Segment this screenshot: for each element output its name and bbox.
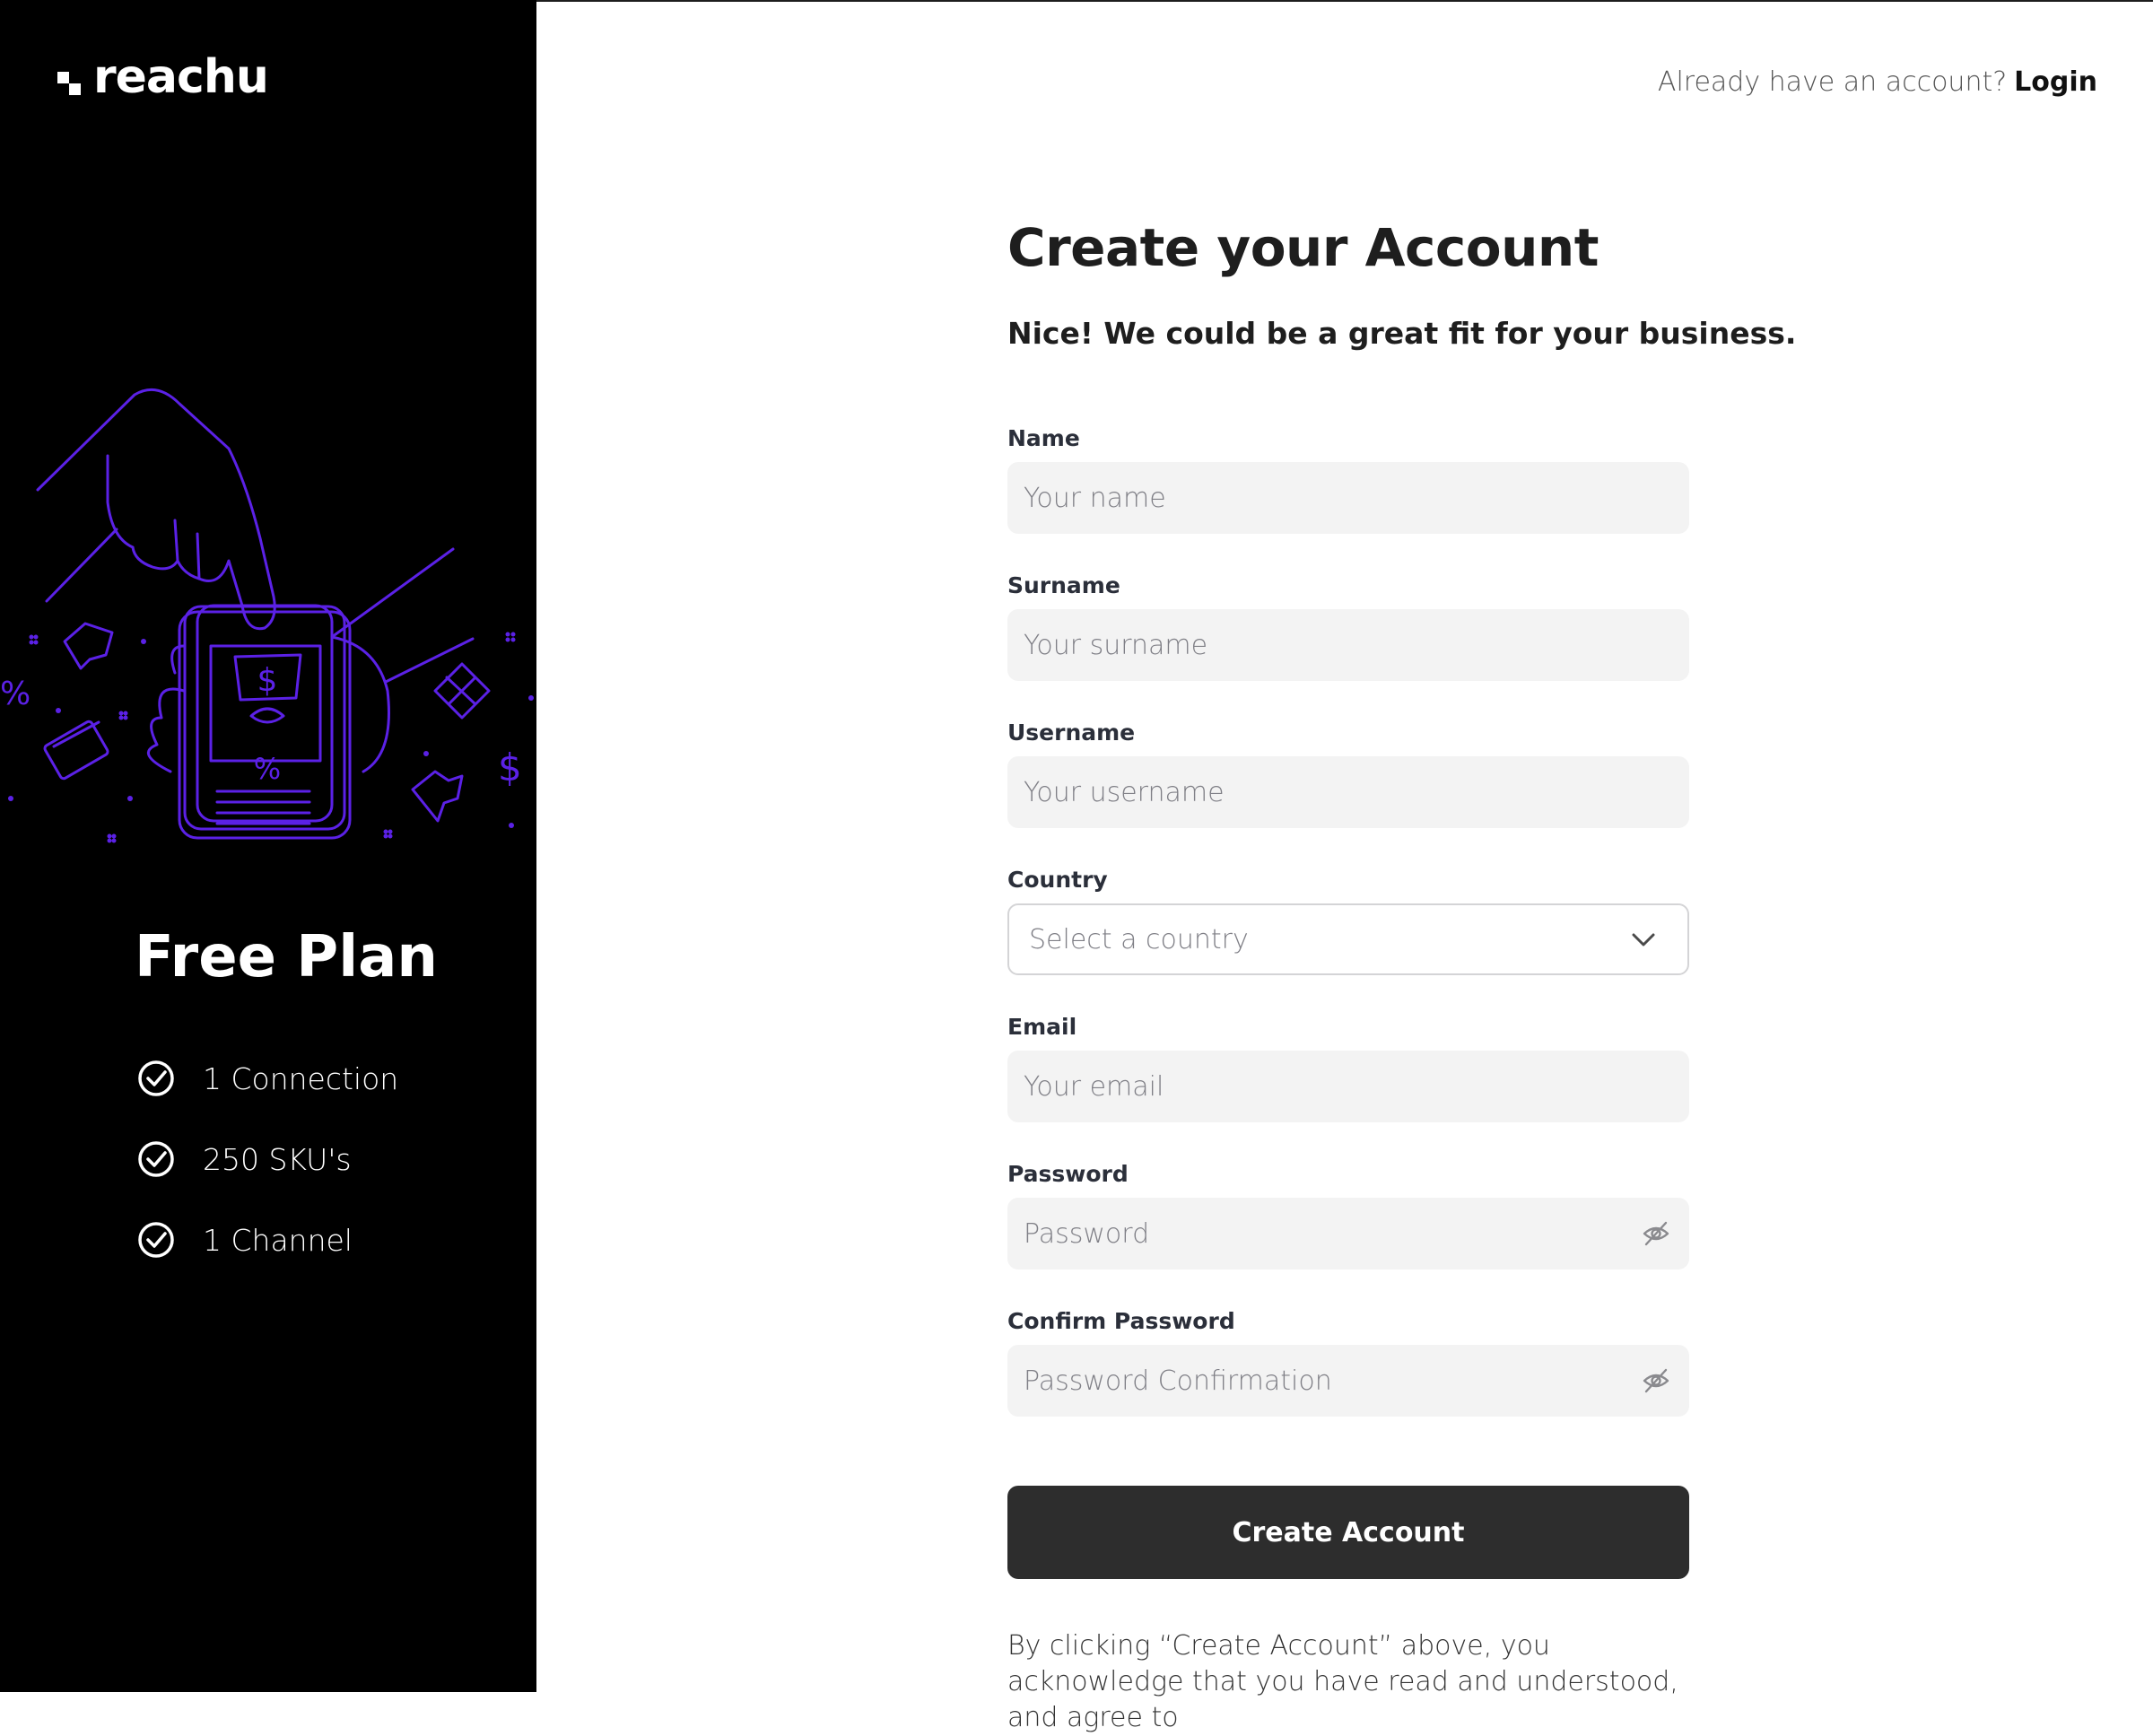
check-circle-icon: [138, 1222, 174, 1258]
name-input[interactable]: Your name: [1007, 462, 1689, 534]
plan-features-list: 1 Connection 250 SKU's 1 Channel: [136, 1059, 398, 1301]
surname-input[interactable]: Your surname: [1007, 609, 1689, 681]
username-label: Username: [1007, 720, 1136, 746]
plan-feature-label: 250 SKU's: [203, 1141, 352, 1177]
logo-mark-icon: [57, 61, 86, 95]
plan-feature-item: 1 Channel: [136, 1220, 398, 1260]
check-circle-icon: [138, 1060, 174, 1096]
name-label: Name: [1007, 425, 1080, 451]
signup-panel: Already have an account? Login Create you…: [536, 0, 2153, 1733]
svg-text:%: %: [254, 752, 281, 786]
confirm-password-input[interactable]: Password Confirmation: [1007, 1345, 1689, 1417]
chevron-down-icon: [1632, 933, 1655, 947]
confirm-password-placeholder: Password Confirmation: [1024, 1365, 1332, 1397]
svg-text:$: $: [257, 662, 278, 699]
password-field-group: Password Password: [1007, 1162, 1689, 1269]
login-prompt: Already have an account? Login: [1658, 66, 2097, 98]
svg-text:$: $: [498, 746, 522, 789]
brand-logo[interactable]: reachu: [57, 50, 269, 104]
plan-title: Free Plan: [135, 924, 438, 990]
eye-off-icon[interactable]: [1643, 1368, 1669, 1393]
password-label: Password: [1007, 1161, 1129, 1187]
name-placeholder: Your name: [1024, 482, 1166, 514]
promo-panel: reachu $ % % $ Free Plan 1 Connection 25…: [0, 0, 536, 1692]
plan-feature-item: 250 SKU's: [136, 1139, 398, 1179]
surname-label: Surname: [1007, 572, 1120, 598]
brand-name: reachu: [93, 50, 269, 104]
check-circle-icon: [138, 1141, 174, 1177]
confirm-password-label: Confirm Password: [1007, 1308, 1235, 1334]
create-account-button[interactable]: Create Account: [1007, 1486, 1689, 1579]
country-field-group: Country Select a country: [1007, 868, 1689, 975]
email-label: Email: [1007, 1014, 1077, 1040]
country-placeholder: Select a country: [1029, 923, 1249, 955]
email-input[interactable]: Your email: [1007, 1051, 1689, 1122]
name-field-group: Name Your name: [1007, 426, 1689, 534]
plan-feature-label: 1 Channel: [203, 1222, 353, 1258]
plan-feature-label: 1 Connection: [203, 1060, 399, 1096]
page-title: Create your Account: [1007, 217, 1599, 278]
username-field-group: Username Your username: [1007, 720, 1689, 828]
surname-field-group: Surname Your surname: [1007, 573, 1689, 681]
email-field-group: Email Your email: [1007, 1015, 1689, 1122]
surname-placeholder: Your surname: [1024, 629, 1208, 661]
shopping-phone-illustration: $ % % $: [0, 388, 534, 843]
username-input[interactable]: Your username: [1007, 756, 1689, 828]
login-prompt-text: Already have an account?: [1657, 66, 2008, 98]
username-placeholder: Your username: [1024, 776, 1225, 808]
login-link[interactable]: Login: [2014, 66, 2097, 98]
plan-feature-item: 1 Connection: [136, 1059, 398, 1098]
page-subtitle: Nice! We could be a great fit for your b…: [1007, 316, 1797, 351]
signup-form: Create your Account Nice! We could be a …: [1007, 217, 1797, 1733]
password-input[interactable]: Password: [1007, 1198, 1689, 1269]
email-placeholder: Your email: [1024, 1070, 1164, 1103]
terms-text: By clicking “Create Account” above, you …: [1007, 1630, 1678, 1733]
country-select[interactable]: Select a country: [1007, 903, 1689, 975]
confirm-password-field-group: Confirm Password Password Confirmation: [1007, 1309, 1689, 1417]
svg-text:%: %: [0, 676, 31, 712]
country-label: Country: [1007, 867, 1108, 893]
eye-off-icon[interactable]: [1643, 1221, 1669, 1246]
password-placeholder: Password: [1024, 1217, 1150, 1250]
